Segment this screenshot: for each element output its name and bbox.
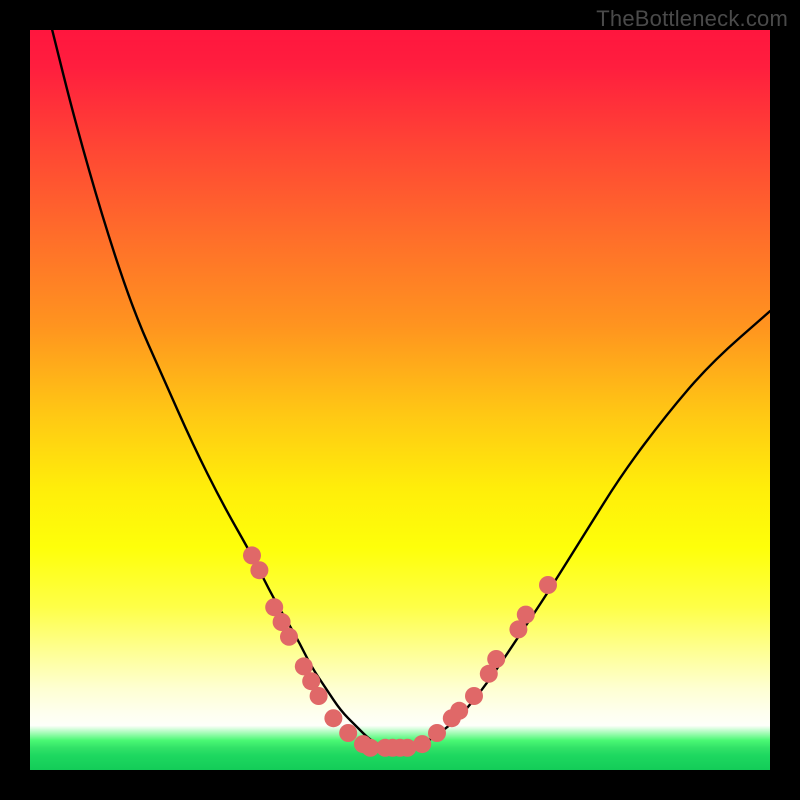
sample-point	[413, 735, 431, 753]
sample-point	[517, 606, 535, 624]
sample-point	[310, 687, 328, 705]
sample-point	[339, 724, 357, 742]
sample-point	[324, 709, 342, 727]
sample-point	[250, 561, 268, 579]
chart-frame: TheBottleneck.com	[0, 0, 800, 800]
sample-point	[428, 724, 446, 742]
sample-point	[539, 576, 557, 594]
sample-point	[450, 702, 468, 720]
sample-point	[280, 628, 298, 646]
sample-point	[487, 650, 505, 668]
watermark-text: TheBottleneck.com	[596, 6, 788, 32]
plot-area	[30, 30, 770, 770]
sample-points-group	[243, 546, 557, 756]
sample-point	[465, 687, 483, 705]
dots-layer	[30, 30, 770, 770]
